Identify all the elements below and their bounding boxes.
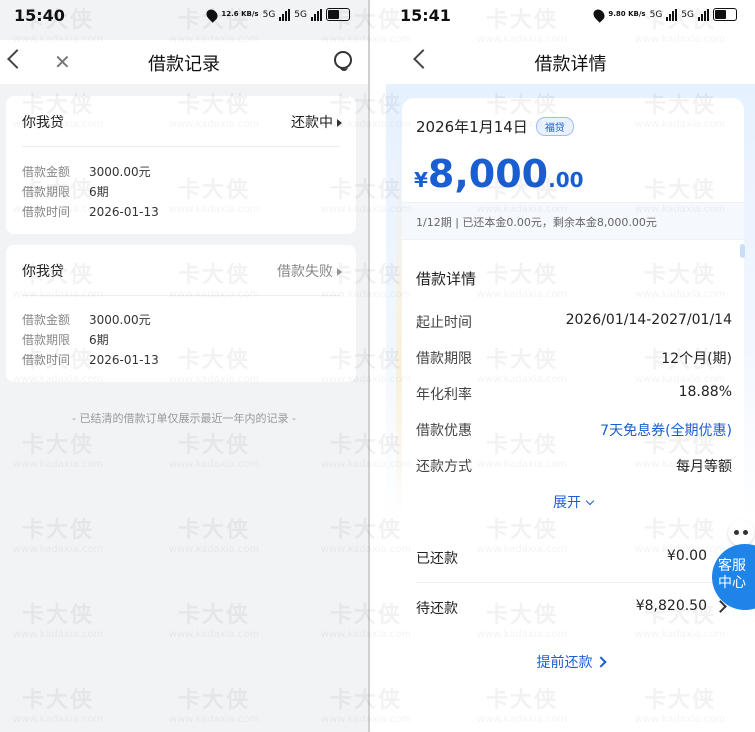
loan-status[interactable]: 借款失败 bbox=[277, 261, 342, 281]
lender-name: 你我贷 bbox=[22, 115, 64, 131]
caret-right-icon bbox=[337, 119, 342, 127]
screenshot-divider bbox=[368, 0, 386, 732]
battery-icon bbox=[326, 8, 350, 21]
records-footer-note: - 已结清的借款订单仅展示最近一年内的记录 - bbox=[72, 412, 296, 425]
repayment-summary: 1/12期 | 已还本金0.00元，剩余本金8,000.00元 bbox=[416, 216, 657, 229]
pending-repayment-row[interactable]: 待还款 ¥8,820.50 bbox=[416, 598, 729, 618]
chevron-right-icon bbox=[594, 656, 607, 668]
detail-row-period: 起止时间 2026/01/14-2027/01/14 bbox=[416, 312, 732, 331]
network-type-2: 5G bbox=[681, 9, 694, 20]
page-title: 借款详情 bbox=[534, 54, 607, 75]
loan-amount-row: 借款金额 3000.00元 bbox=[22, 165, 151, 179]
loan-records-screen: 15:40 12.6 KB/s 5G 5G ✕ 借款记录 你我贷 还款中 借款金… bbox=[0, 0, 368, 732]
detail-row-term: 借款期限 12个月(期) bbox=[416, 351, 732, 367]
signal-icon-2 bbox=[698, 8, 709, 21]
early-repayment-link[interactable]: 提前还款 bbox=[386, 652, 755, 672]
detail-row-method: 还款方式 每月等额 bbox=[416, 459, 732, 475]
status-time: 15:40 bbox=[14, 6, 65, 25]
caret-right-icon bbox=[337, 268, 342, 276]
network-type-1: 5G bbox=[262, 9, 276, 20]
status-bar: 15:41 9.80 KB/s 5G 5G bbox=[386, 0, 755, 34]
loan-date: 2026年1月14日 bbox=[416, 118, 528, 136]
location-icon bbox=[591, 6, 608, 23]
nav-bar: ✕ 借款记录 bbox=[0, 40, 368, 84]
status-time: 15:41 bbox=[400, 6, 451, 25]
loan-status[interactable]: 还款中 bbox=[291, 112, 342, 132]
detail-row-rate: 年化利率 18.88% bbox=[416, 384, 732, 403]
chevron-down-icon bbox=[585, 496, 595, 506]
loan-record-card[interactable]: 你我贷 还款中 借款金额 3000.00元 借款期限 6期 借款时间 2026-01-… bbox=[6, 96, 356, 234]
status-bar: 15:40 12.6 KB/s 5G 5G bbox=[0, 0, 368, 34]
network-type-2: 5G bbox=[294, 9, 307, 20]
product-badge: 福贷 bbox=[535, 117, 574, 136]
loan-detail-screen: 15:41 9.80 KB/s 5G 5G 借款详情 2026年1月14日 福贷… bbox=[386, 0, 755, 732]
signal-icon bbox=[666, 8, 678, 21]
network-type-1: 5G bbox=[649, 9, 663, 20]
loan-record-card[interactable]: 你我贷 借款失败 借款金额 3000.00元 借款期限 6期 借款时间 2026-01… bbox=[6, 245, 356, 382]
signal-icon-2 bbox=[311, 8, 322, 21]
net-speed: 9.80 KB/s bbox=[608, 10, 646, 18]
loan-date-row: 借款时间 2026-01-13 bbox=[22, 353, 159, 367]
scroll-indicator bbox=[740, 244, 745, 258]
repaid-row: 已还款 ¥0.00 bbox=[416, 548, 707, 567]
robot-mascot-icon[interactable] bbox=[728, 520, 754, 546]
customer-service-icon[interactable] bbox=[334, 51, 352, 71]
nav-bar: 借款详情 bbox=[386, 40, 755, 84]
loan-term-row: 借款期限 6期 bbox=[22, 185, 109, 199]
battery-icon bbox=[713, 8, 737, 21]
loan-amount: ¥8,000.00 bbox=[414, 152, 584, 196]
loan-detail-card: 2026年1月14日 福贷 ¥8,000.00 1/12期 | 已还本金0.00… bbox=[402, 98, 744, 522]
location-icon bbox=[204, 6, 221, 23]
lender-name: 你我贷 bbox=[22, 264, 64, 280]
loan-term-row: 借款期限 6期 bbox=[22, 333, 109, 347]
detail-row-discount[interactable]: 借款优惠 7天免息券(全期优惠) bbox=[416, 420, 732, 440]
net-speed: 12.6 KB/s bbox=[221, 10, 259, 18]
section-title: 借款详情 bbox=[416, 270, 477, 288]
loan-amount-row: 借款金额 3000.00元 bbox=[22, 313, 151, 327]
loan-date-row: 借款时间 2026-01-13 bbox=[22, 205, 159, 219]
page-title: 借款记录 bbox=[148, 54, 220, 75]
signal-icon bbox=[279, 8, 291, 21]
expand-button[interactable]: 展开 bbox=[402, 492, 744, 512]
